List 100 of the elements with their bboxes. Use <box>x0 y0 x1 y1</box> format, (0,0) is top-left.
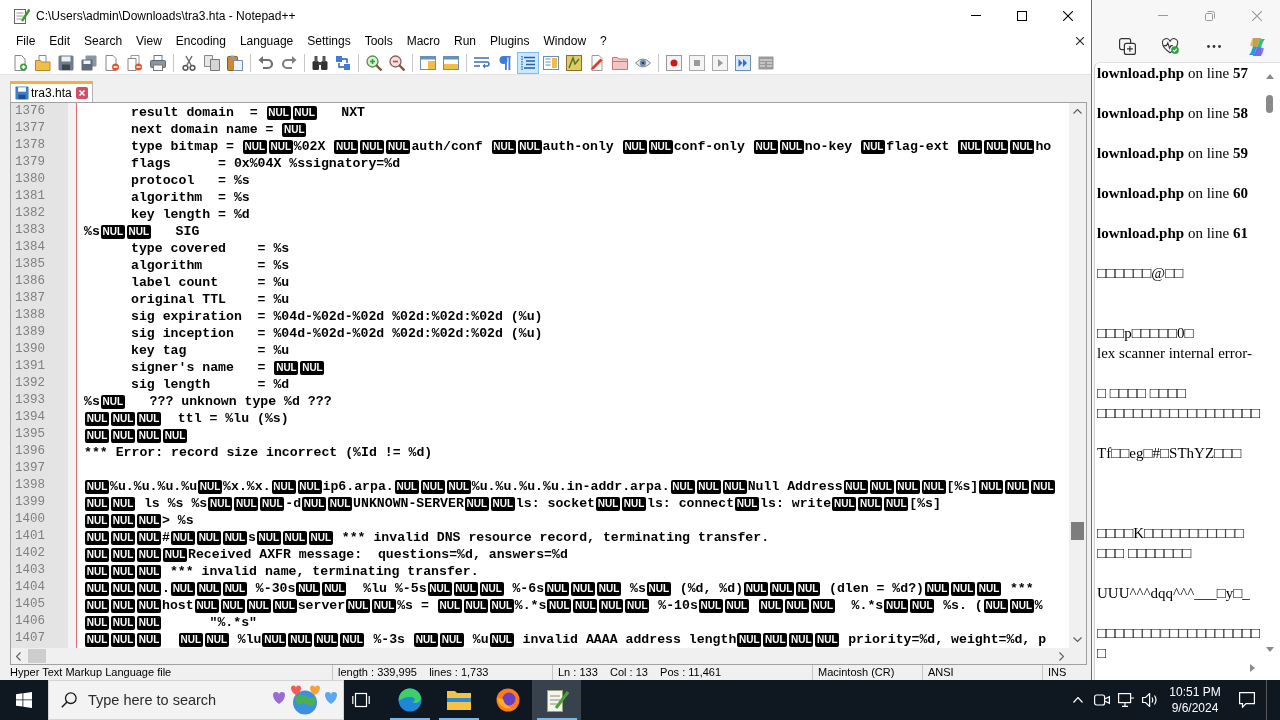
word-wrap-icon[interactable] <box>473 54 490 71</box>
page-text: □ □□□□ □□□□ <box>1097 385 1187 401</box>
menu-item[interactable]: Plugins <box>483 32 537 50</box>
menu-item[interactable]: Edit <box>42 32 78 50</box>
play-icon[interactable] <box>711 54 728 71</box>
nul-badge: NUL <box>220 598 245 613</box>
line-number: 1376 <box>14 104 46 120</box>
close-file-icon[interactable] <box>103 54 120 71</box>
scroll-down-icon[interactable] <box>1073 637 1082 642</box>
paste-icon[interactable] <box>226 54 243 71</box>
nul-badge: NUL <box>100 394 125 409</box>
search-field[interactable]: Type here to search <box>48 680 344 720</box>
grid-window-icon[interactable] <box>757 54 774 71</box>
scroll-up-icon[interactable] <box>1265 74 1274 79</box>
code-text: server <box>297 597 346 614</box>
document-map-icon[interactable] <box>542 54 559 71</box>
file-tab[interactable]: tra3.hta <box>10 81 93 102</box>
close-icon[interactable] <box>1063 10 1073 21</box>
menu-item[interactable]: File <box>9 32 43 50</box>
scrollbar-thumb[interactable] <box>1071 522 1084 540</box>
nul-badge: NUL <box>111 547 135 562</box>
menu-item[interactable]: ? <box>593 32 614 50</box>
nul-badge: NUL <box>208 496 233 511</box>
scroll-down-icon[interactable] <box>1265 647 1274 652</box>
start-icon[interactable] <box>16 692 32 708</box>
restore-icon[interactable] <box>1204 10 1215 21</box>
maximize-icon[interactable] <box>1017 10 1027 21</box>
nul-badge: NUL <box>858 496 883 511</box>
nul-badge: NUL <box>832 496 857 511</box>
close-all-icon[interactable] <box>126 54 143 71</box>
record-icon[interactable] <box>665 54 682 71</box>
tab-add-icon[interactable] <box>1119 38 1136 55</box>
replace-icon[interactable] <box>334 54 351 71</box>
menu-item[interactable]: Encoding <box>168 32 233 50</box>
nul-badge: NUL <box>489 598 514 613</box>
close-icon[interactable] <box>1076 37 1084 45</box>
map-icon[interactable] <box>565 54 582 71</box>
nul-badge: NUL <box>137 513 161 528</box>
undo-icon[interactable] <box>257 54 274 71</box>
folder-icon[interactable] <box>611 54 628 71</box>
code-text: s <box>247 529 256 546</box>
camera-icon[interactable] <box>1094 693 1110 707</box>
scrollbar-thumb[interactable] <box>1266 95 1273 113</box>
chevron-up-icon[interactable] <box>1073 697 1083 703</box>
nul-badge: NUL <box>300 360 325 375</box>
nul-badge: NUL <box>194 598 219 613</box>
zoom-in-icon[interactable] <box>365 54 382 71</box>
indent-guide-icon[interactable] <box>516 51 539 74</box>
code-text: %s = <box>397 597 430 614</box>
stop-icon[interactable] <box>688 54 705 71</box>
zoom-out-icon[interactable] <box>388 54 405 71</box>
menu-item[interactable]: Search <box>77 32 130 50</box>
pen-document-icon[interactable] <box>588 54 605 71</box>
task-view-icon[interactable] <box>352 692 370 708</box>
nul-badge: NUL <box>763 632 788 647</box>
new-file-icon[interactable] <box>11 54 28 71</box>
vertical-scrollbar[interactable] <box>1069 103 1086 648</box>
print-icon[interactable] <box>149 54 166 71</box>
nul-badge: NUL <box>491 139 516 154</box>
binoculars-icon[interactable] <box>311 54 328 71</box>
fast-forward-icon[interactable] <box>734 54 751 71</box>
menu-item[interactable]: Window <box>536 32 594 50</box>
split-window-icon[interactable] <box>442 54 459 71</box>
menu-item[interactable]: Language <box>232 32 301 50</box>
volume-icon[interactable] <box>1142 693 1158 707</box>
menu-item[interactable]: Settings <box>300 32 358 50</box>
menu-item[interactable]: Run <box>447 32 484 50</box>
scrollbar-thumb[interactable] <box>28 649 46 663</box>
network-icon[interactable] <box>1118 693 1134 707</box>
scroll-up-icon[interactable] <box>1073 109 1082 114</box>
nul-badge: NUL <box>779 139 804 154</box>
redo-icon[interactable] <box>280 54 297 71</box>
nul-badge: NUL <box>163 428 187 443</box>
menu-item[interactable]: Macro <box>399 32 447 50</box>
cut-icon[interactable] <box>180 54 197 71</box>
split-window-icon[interactable] <box>419 54 436 71</box>
nul-badge: NUL <box>489 632 514 647</box>
more-icon[interactable] <box>1206 45 1221 48</box>
open-file-icon[interactable] <box>34 54 51 71</box>
nul-badge: NUL <box>198 479 223 494</box>
page-text: Tf□□eg□#□SThYZ□□□ <box>1097 445 1242 461</box>
save-icon[interactable] <box>57 54 74 71</box>
nul-badge: NUL <box>170 581 195 596</box>
notification-icon[interactable] <box>1239 692 1255 708</box>
scroll-left-icon[interactable] <box>16 651 21 661</box>
menu-item[interactable]: View <box>129 32 169 50</box>
code-text: %-30s <box>254 580 296 597</box>
nul-badge: NUL <box>784 598 809 613</box>
line-number: 1386 <box>14 274 46 290</box>
save-all-icon[interactable] <box>80 54 97 71</box>
swirl-logo-icon[interactable] <box>1246 36 1267 57</box>
scroll-right-icon[interactable] <box>1059 651 1064 661</box>
nul-badge: NUL <box>85 411 109 426</box>
copy-icon[interactable] <box>203 54 220 71</box>
nul-badge: NUL <box>977 581 1001 596</box>
menu-item[interactable]: Tools <box>357 32 400 50</box>
horizontal-scrollbar[interactable] <box>11 648 1069 664</box>
taskbar-app-button[interactable] <box>532 680 581 720</box>
scroll-right-icon[interactable] <box>1250 664 1255 672</box>
heart-pulse-icon[interactable] <box>1162 38 1179 55</box>
